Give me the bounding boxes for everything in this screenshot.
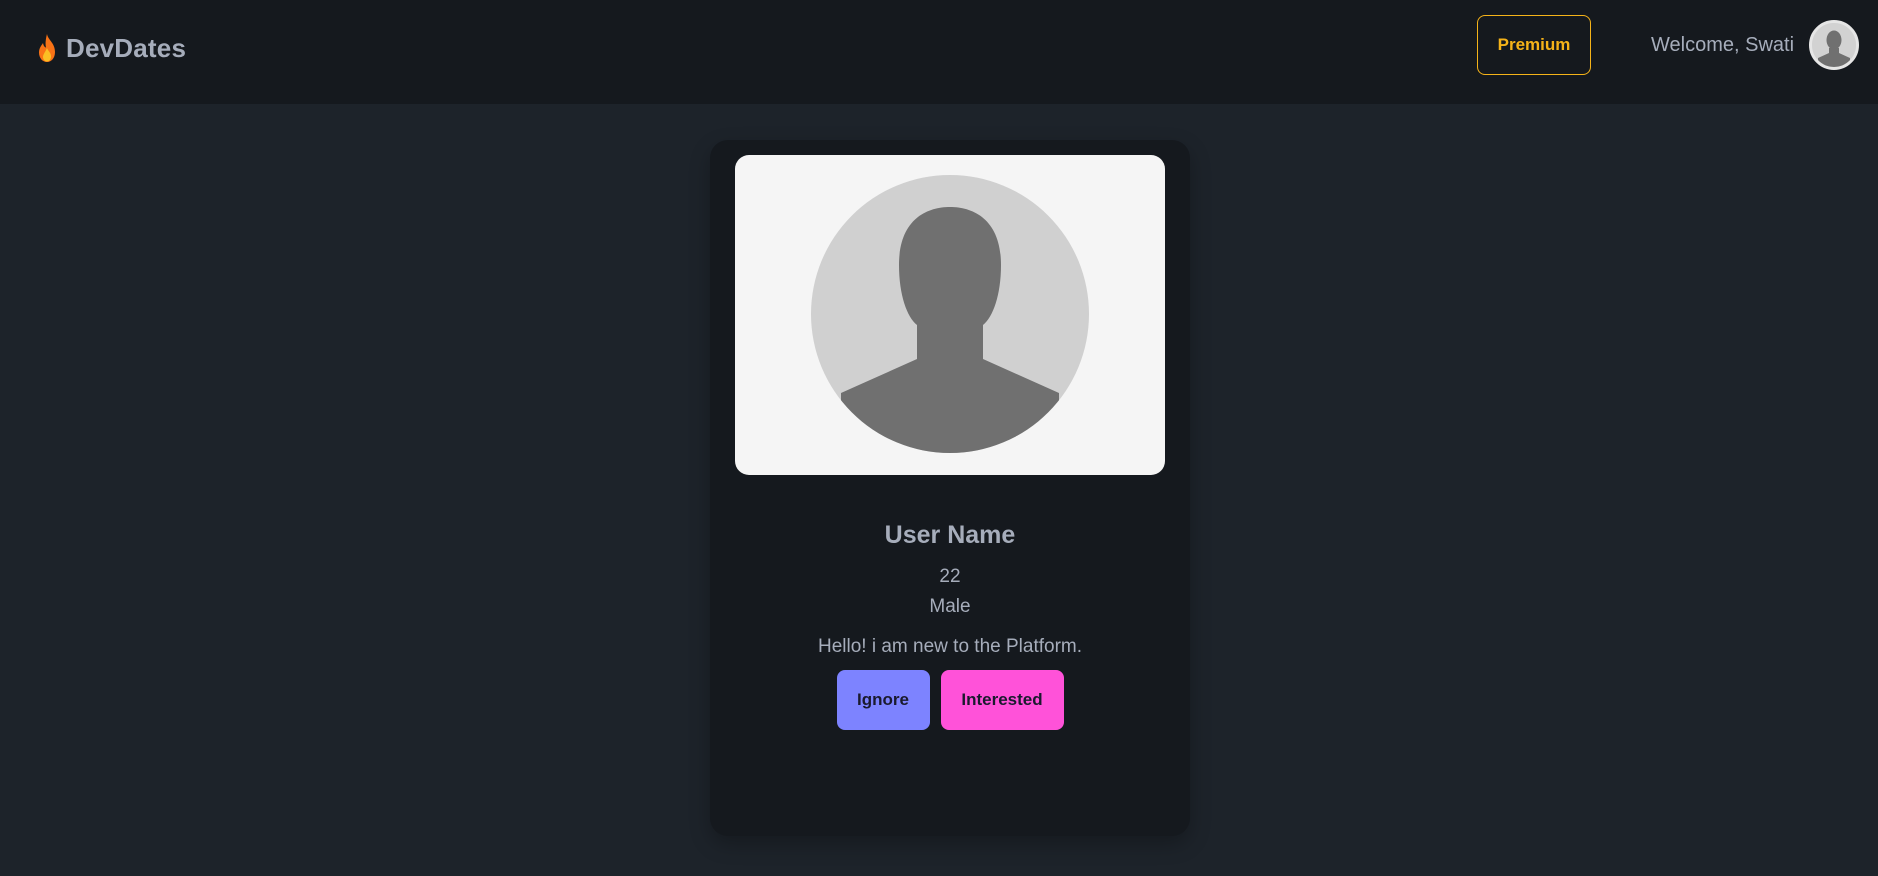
profile-actions: Ignore Interested [710, 670, 1190, 730]
user-avatar-button[interactable] [1809, 20, 1859, 70]
profile-age: 22 [939, 566, 961, 587]
user-silhouette-icon [1812, 23, 1856, 67]
brand-name: DevDates [66, 32, 187, 63]
profile-info: User Name 22 Male Hello! i am new to the… [710, 518, 1190, 730]
navbar: DevDates Premium Welcome, Swati [0, 0, 1878, 104]
profile-about: Hello! i am new to the Platform. [818, 636, 1082, 657]
profile-name: User Name [884, 521, 1016, 549]
profile-photo [735, 155, 1165, 475]
brand-logo-link[interactable]: DevDates [34, 28, 186, 68]
ignore-button[interactable]: Ignore [836, 670, 930, 730]
welcome-text: Welcome, Swati [1651, 34, 1795, 56]
interested-button[interactable]: Interested [940, 670, 1064, 730]
flame-icon [34, 33, 60, 63]
premium-button[interactable]: Premium [1477, 15, 1591, 75]
profile-card: User Name 22 Male Hello! i am new to the… [710, 140, 1190, 836]
profile-gender: Male [929, 596, 971, 617]
